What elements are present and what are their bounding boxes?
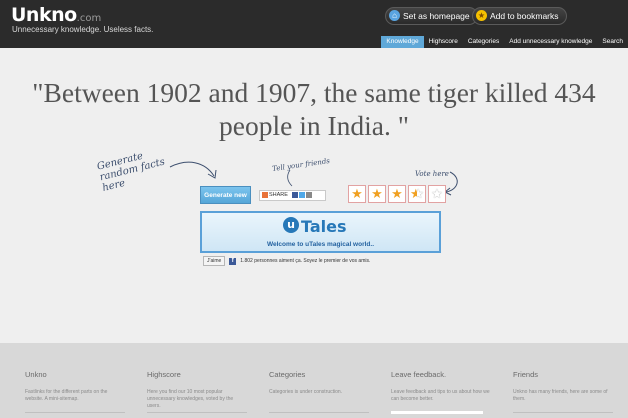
set-homepage-button[interactable]: ⌂ Set as homepage xyxy=(385,7,478,25)
footer-col-friends: Friends Unkno has many friends, here are… xyxy=(513,370,613,403)
tab-knowledge[interactable]: Knowledge xyxy=(381,36,424,48)
footer-divider xyxy=(513,412,613,413)
footer-col-title[interactable]: Highscore xyxy=(147,370,247,379)
footer-col-text: Categories is under construction. xyxy=(269,389,343,395)
footer-col-highscore: Highscore Here you find our 10 most popu… xyxy=(147,370,247,410)
logo-domain: .com xyxy=(76,13,102,24)
tab-search[interactable]: Search xyxy=(597,36,628,48)
site-header: Unkno.com Unnecessary knowledge. Useless… xyxy=(0,0,628,48)
share-plus-icon xyxy=(262,191,268,198)
banner-subtitle: Welcome to uTales magical world.. xyxy=(266,241,375,248)
share-arrow xyxy=(287,169,293,187)
facebook-logo-icon: f xyxy=(229,257,237,265)
utales-logo-text: Tales xyxy=(301,217,347,236)
footer-col-title[interactable]: Friends xyxy=(513,370,613,379)
set-homepage-label: Set as homepage xyxy=(403,11,470,21)
add-bookmarks-button[interactable]: ★ Add to bookmarks xyxy=(472,7,567,25)
footer-col-title[interactable]: Categories xyxy=(269,370,369,379)
twitter-icon xyxy=(299,191,306,198)
generate-arrow xyxy=(169,161,215,177)
utales-logo-icon: u xyxy=(283,217,299,233)
share-hint-note: Tell your friends xyxy=(271,156,331,174)
footer-divider xyxy=(269,412,369,413)
share-label: SHARE xyxy=(269,192,288,198)
email-icon xyxy=(306,191,313,198)
footer-col-title[interactable]: Unkno xyxy=(25,370,125,379)
add-bookmarks-label: Add to bookmarks xyxy=(490,11,559,21)
home-icon: ⌂ xyxy=(389,10,400,22)
vote-hint-note: Vote here xyxy=(415,170,449,178)
footer-col-unkno: Unkno Fastlinks for the different parts … xyxy=(25,370,125,403)
star-icon: ★ xyxy=(476,10,487,22)
generate-hint-note: Generate random facts here xyxy=(96,150,167,195)
footer-col-text: Unkno has many friends, here are some of… xyxy=(513,389,608,402)
footer-col-title[interactable]: Leave feedback. xyxy=(391,370,491,379)
facebook-like-button[interactable]: J'aime xyxy=(203,256,226,266)
tab-highscore[interactable]: Highscore xyxy=(424,36,463,48)
generate-arrowhead xyxy=(207,169,217,179)
site-footer: Unkno Fastlinks for the different parts … xyxy=(0,343,628,418)
main-nav: Knowledge Highscore Categories Add unnec… xyxy=(381,36,628,48)
feedback-input[interactable] xyxy=(391,411,483,414)
footer-col-feedback: Leave feedback. Leave feedback and tips … xyxy=(391,370,491,403)
footer-col-text: Fastlinks for the different parts on the… xyxy=(25,389,108,402)
fact-text: "Between 1902 and 1907, the same tiger k… xyxy=(32,77,596,141)
share-button[interactable]: SHARE xyxy=(259,190,326,201)
utales-banner[interactable]: u Tales Welcome to uTales magical world.. xyxy=(200,211,441,253)
site-tagline: Unnecessary knowledge. Useless facts. xyxy=(12,25,154,34)
facebook-like-row: J'aime f 1.802 personnes aiment ça. Soye… xyxy=(203,256,370,266)
facebook-icon xyxy=(292,191,299,198)
footer-col-categories: Categories Categories is under construct… xyxy=(269,370,369,396)
logo-text: Unkno xyxy=(11,4,77,26)
generate-new-button[interactable]: Generate new xyxy=(200,186,251,204)
tab-categories[interactable]: Categories xyxy=(463,36,504,48)
footer-divider xyxy=(25,412,125,413)
footer-col-text: Here you find our 10 most popular unnece… xyxy=(147,389,234,409)
facebook-like-count: 1.802 personnes aiment ça. Soyez le prem… xyxy=(240,258,371,264)
site-logo[interactable]: Unkno.com xyxy=(11,4,101,26)
rating-star-1[interactable]: ★ xyxy=(348,185,366,203)
rating-star-4[interactable]: ★★ xyxy=(408,185,426,203)
rating-star-3[interactable]: ★ xyxy=(388,185,406,203)
utales-logo: u Tales xyxy=(283,217,347,236)
tab-add-knowledge[interactable]: Add unnecessary knowledge xyxy=(504,36,597,48)
footer-divider xyxy=(147,412,247,413)
rating-stars: ★ ★ ★ ★★ ★ xyxy=(348,185,446,203)
rating-star-2[interactable]: ★ xyxy=(368,185,386,203)
rating-star-5[interactable]: ★ xyxy=(428,185,446,203)
footer-col-text: Leave feedback and tips to us about how … xyxy=(391,389,490,402)
